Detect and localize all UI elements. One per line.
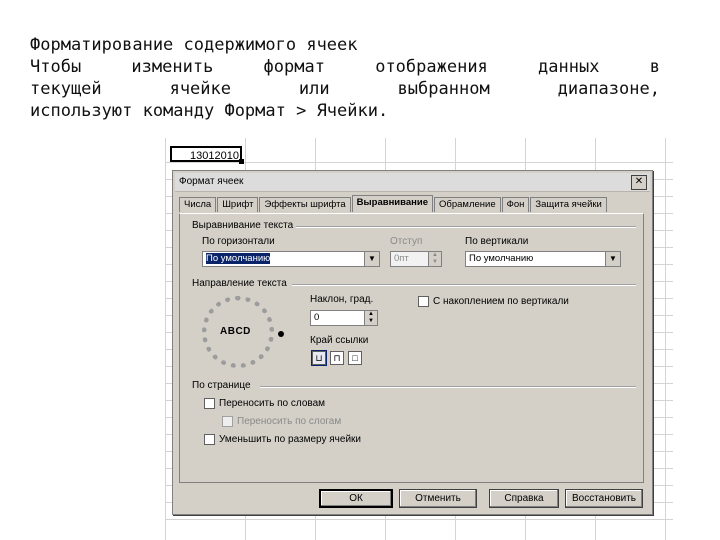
chevron-down-icon[interactable]: ▼ bbox=[605, 252, 620, 266]
close-icon[interactable]: ✕ bbox=[631, 175, 647, 190]
help-button[interactable]: Справка bbox=[489, 489, 559, 508]
word: ячейке bbox=[169, 79, 231, 99]
tab-font[interactable]: Шрифт bbox=[217, 197, 259, 212]
angle-spinner[interactable]: 0 ▲ ▼ bbox=[310, 310, 378, 326]
cell-value: 13012010 bbox=[190, 150, 239, 162]
shrink-checkbox[interactable]: Уменьшить по размеру ячейки bbox=[204, 434, 361, 445]
word: диапазоне, bbox=[557, 79, 660, 99]
checkbox-box[interactable] bbox=[204, 434, 215, 445]
tab-background[interactable]: Фон bbox=[501, 197, 530, 212]
chevron-down-icon[interactable]: ▼ bbox=[364, 252, 379, 266]
horizontal-label: По горизонтали bbox=[202, 236, 275, 247]
ok-button[interactable]: ОК bbox=[319, 489, 393, 508]
wrap-label: Переносить по словам bbox=[219, 398, 326, 409]
vertical-select[interactable]: По умолчанию ▼ bbox=[465, 251, 621, 267]
slide-text: Форматирование содержимого ячеек Чтобы и… bbox=[30, 34, 660, 122]
shrink-label: Уменьшить по размеру ячейки bbox=[219, 434, 361, 445]
horizontal-value: По умолчанию bbox=[206, 253, 271, 264]
dial-handle[interactable] bbox=[278, 331, 284, 337]
tab-numbers[interactable]: Числа bbox=[179, 197, 217, 212]
slide-heading: Форматирование содержимого ячеек bbox=[30, 35, 358, 55]
angle-value: 0 bbox=[314, 312, 320, 323]
wrap-checkbox[interactable]: Переносить по словам bbox=[204, 398, 325, 409]
divider bbox=[292, 284, 636, 286]
angle-label: Наклон, град. bbox=[310, 294, 374, 305]
cancel-button[interactable]: Отменить bbox=[399, 489, 477, 508]
group-title-text-alignment: Выравнивание текста bbox=[192, 220, 294, 231]
divider bbox=[260, 386, 636, 388]
word: данных bbox=[538, 57, 600, 77]
indent-label: Отступ bbox=[390, 236, 423, 247]
edge-inside-icon[interactable]: □ bbox=[348, 351, 362, 365]
reference-edge-label: Край ссылки bbox=[310, 335, 369, 346]
indent-value: 0пт bbox=[394, 253, 409, 264]
word: изменить bbox=[131, 57, 214, 77]
edge-bottom-icon[interactable]: ⊔ bbox=[311, 350, 327, 366]
word: выбранном bbox=[397, 79, 490, 99]
slide-line-3: текущей ячейке или выбранном диапазоне, bbox=[30, 78, 660, 100]
word: в bbox=[649, 57, 660, 77]
tab-alignment[interactable]: Выравнивание bbox=[351, 195, 434, 212]
active-cell[interactable]: 13012010 bbox=[170, 146, 244, 164]
stacked-checkbox[interactable]: С накоплением по вертикали bbox=[418, 296, 569, 307]
alignment-panel: Выравнивание текста По горизонтали По ум… bbox=[179, 213, 644, 483]
vertical-label: По вертикали bbox=[465, 236, 529, 247]
tab-cell-protection[interactable]: Защита ячейки bbox=[530, 197, 607, 212]
hyphenation-label: Переносить по слогам bbox=[237, 416, 342, 427]
checkbox-box[interactable] bbox=[222, 416, 233, 427]
dialog-title: Формат ячеек bbox=[179, 176, 244, 187]
vertical-value: По умолчанию bbox=[469, 253, 534, 264]
edge-top-icon[interactable]: ⊓ bbox=[330, 351, 344, 365]
tab-borders[interactable]: Обрамление bbox=[434, 197, 501, 212]
tab-font-effects[interactable]: Эффекты шрифта bbox=[259, 197, 351, 212]
format-cells-dialog: Формат ячеек ✕ Числа Шрифт Эффекты шрифт… bbox=[172, 170, 653, 515]
group-title-properties: По странице bbox=[192, 380, 251, 391]
word: или bbox=[298, 79, 330, 99]
word: отображения bbox=[375, 57, 488, 77]
spin-arrows-icon[interactable]: ▲ ▼ bbox=[428, 252, 441, 266]
dialog-titlebar[interactable]: Формат ячеек ✕ bbox=[175, 173, 650, 192]
horizontal-select[interactable]: По умолчанию ▼ bbox=[202, 251, 380, 267]
group-title-text-direction: Направление текста bbox=[192, 278, 287, 289]
checkbox-box[interactable] bbox=[204, 398, 215, 409]
fill-handle[interactable] bbox=[239, 159, 244, 164]
word: текущей bbox=[30, 79, 102, 99]
slide-line-2: Чтобы изменить формат отображения данных… bbox=[30, 56, 660, 78]
spin-arrows-icon[interactable]: ▲ ▼ bbox=[364, 311, 377, 325]
indent-spinner[interactable]: 0пт ▲ ▼ bbox=[390, 251, 442, 267]
stacked-label: С накоплением по вертикали bbox=[433, 296, 569, 307]
dial-sample-text: ABCD bbox=[220, 326, 251, 337]
slide-line-4: используют команду Формат > Ячейки. bbox=[30, 101, 389, 121]
divider bbox=[296, 226, 636, 228]
reset-button[interactable]: Восстановить bbox=[565, 489, 643, 508]
word: формат bbox=[263, 57, 325, 77]
word: Чтобы bbox=[30, 57, 82, 77]
hyphenation-checkbox[interactable]: Переносить по слогам bbox=[222, 416, 341, 427]
tab-bar: Числа Шрифт Эффекты шрифта Выравнивание … bbox=[179, 195, 608, 213]
checkbox-box[interactable] bbox=[418, 296, 429, 307]
